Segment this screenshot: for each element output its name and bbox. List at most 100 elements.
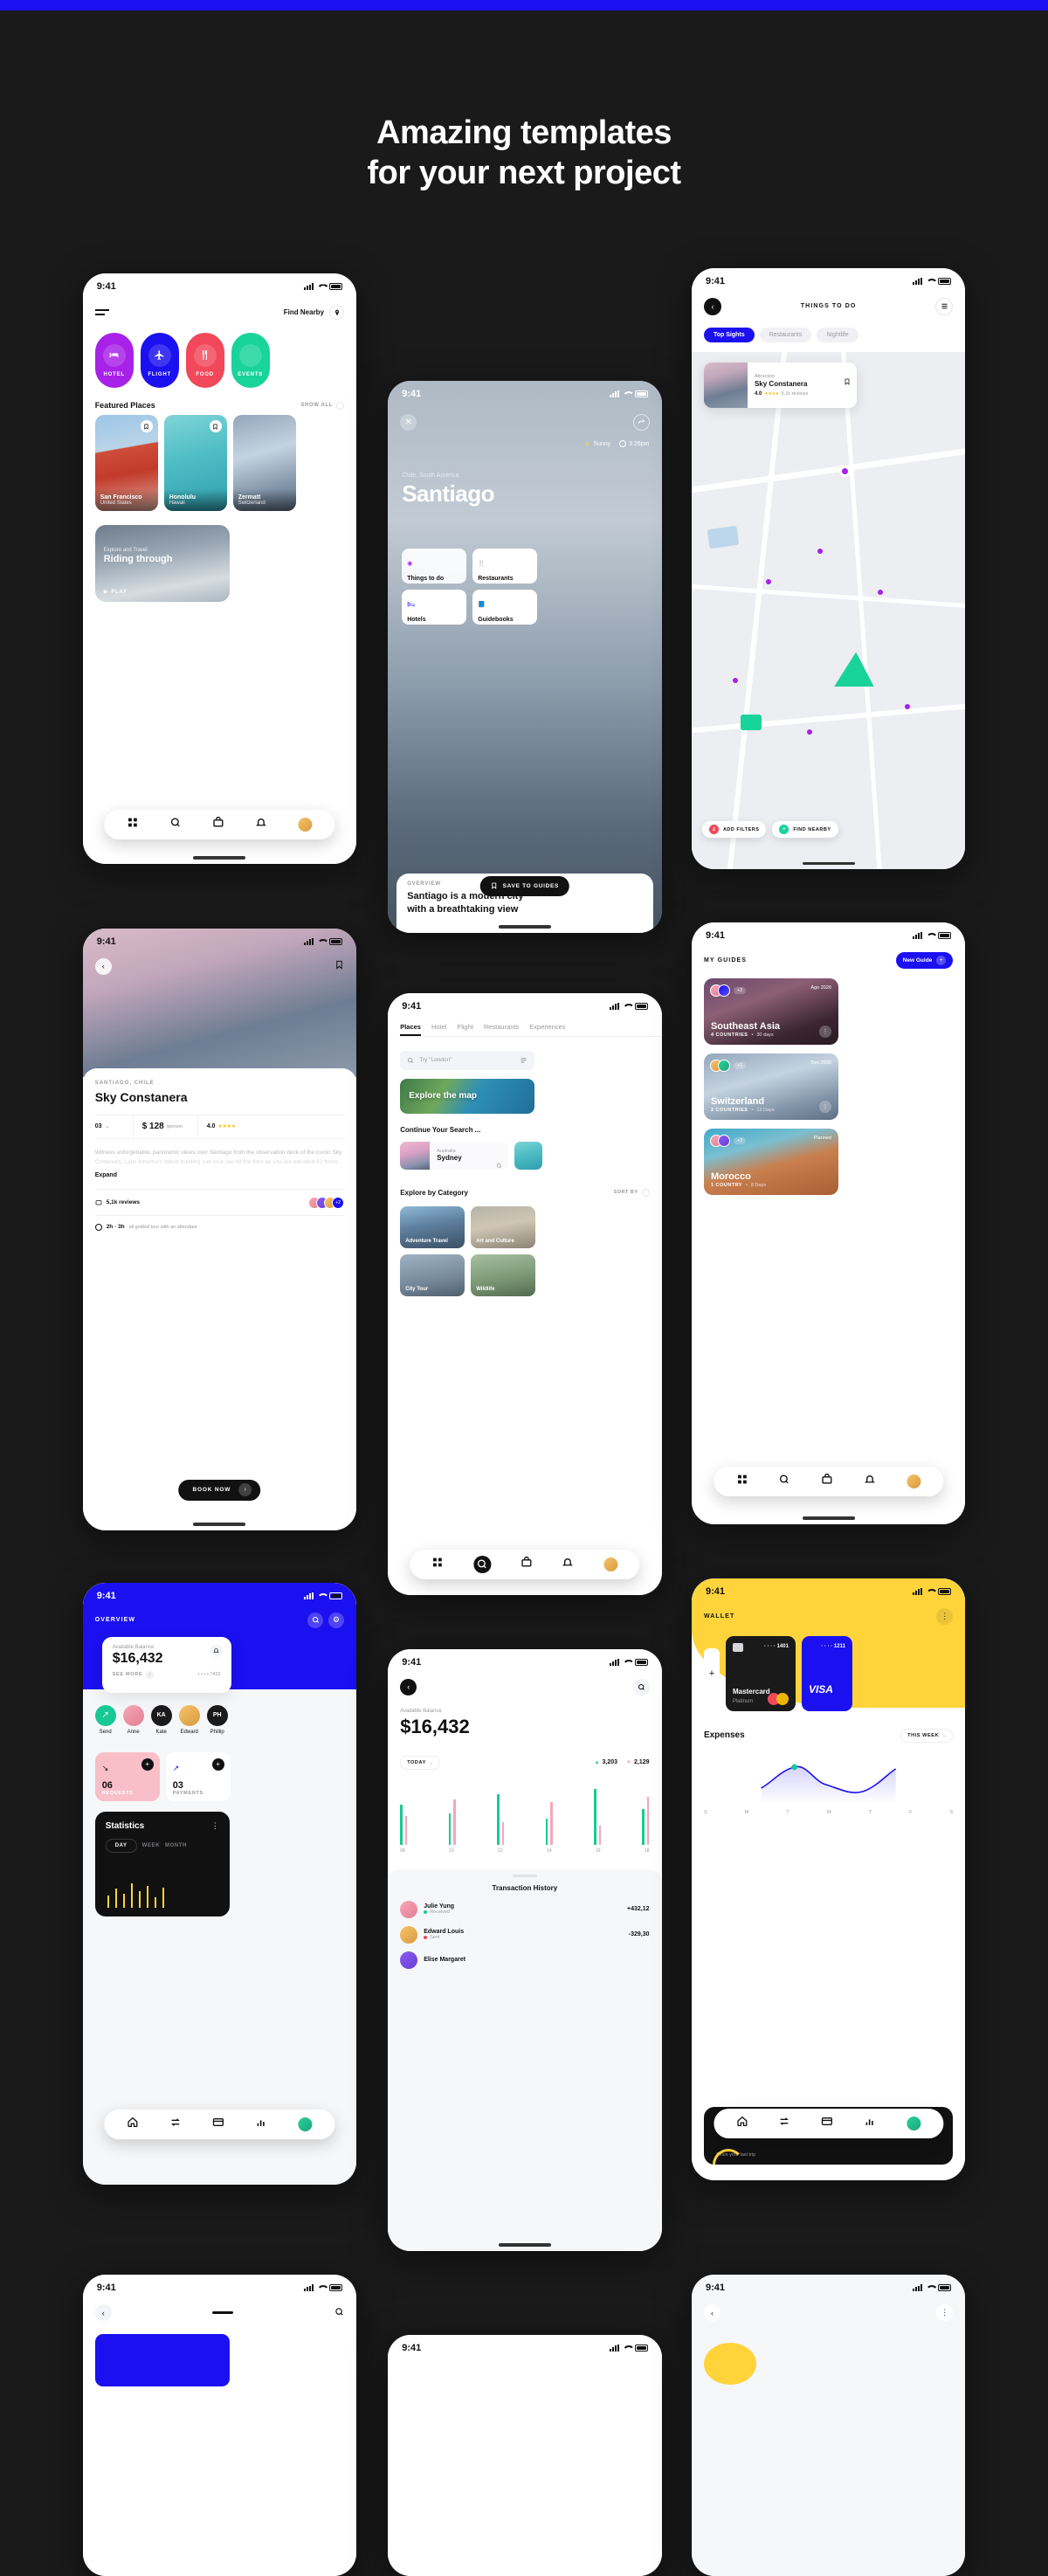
search-icon[interactable]: [779, 1474, 790, 1489]
avatar-icon[interactable]: [907, 1474, 921, 1488]
continue-search-card[interactable]: [514, 1141, 543, 1170]
grid-icon[interactable]: [128, 817, 139, 832]
bookmark-icon[interactable]: [844, 374, 851, 390]
share-icon[interactable]: [632, 413, 650, 431]
bottom-dock[interactable]: [104, 809, 334, 839]
avatar-icon[interactable]: [297, 2117, 312, 2131]
add-card-button[interactable]: +: [703, 1647, 720, 1699]
bookmark-icon[interactable]: [209, 420, 222, 433]
close-icon[interactable]: ✕: [400, 413, 417, 431]
chevron-left-icon[interactable]: ‹: [94, 2304, 112, 2322]
balance-card[interactable]: Available Balance $16,432 SEE MORE › • •…: [101, 1636, 231, 1693]
map-marker[interactable]: [817, 548, 824, 554]
bag-icon[interactable]: [521, 1556, 532, 1572]
chevron-down-icon[interactable]: [641, 1188, 650, 1197]
period-selector[interactable]: THIS WEEK ⌄: [900, 1728, 954, 1743]
bell-icon[interactable]: [255, 817, 266, 832]
stats-tab-month[interactable]: MONTH: [165, 1843, 187, 1848]
send-button[interactable]: ↗: [94, 1704, 116, 1726]
category-card[interactable]: Wildlife: [471, 1253, 536, 1296]
explore-map-banner[interactable]: Explore the map: [400, 1078, 535, 1114]
transaction-row[interactable]: Elise Margaret: [400, 1951, 649, 1969]
tab-restaurants[interactable]: Restaurants: [484, 1023, 519, 1031]
gear-icon[interactable]: ⚙: [328, 1612, 345, 1628]
book-now-button[interactable]: BOOK NOW ›: [178, 1479, 261, 1501]
category-food[interactable]: FOOD: [185, 333, 224, 389]
show-all-label[interactable]: SHOW ALL: [300, 403, 333, 408]
plus-icon[interactable]: +: [211, 1758, 224, 1771]
contact-initials[interactable]: KA: [150, 1704, 172, 1726]
guide-card[interactable]: +3 Planned Morocco 1 COUNTRY • 8 Days: [703, 1128, 838, 1195]
transaction-row[interactable]: Edward Louis Sent -329,30: [400, 1925, 650, 1944]
category-card[interactable]: City Tour: [400, 1253, 465, 1296]
map-view[interactable]: Attraction Sky Constanera 4.0 ★★★★ 5,1k …: [691, 351, 966, 870]
dots-icon[interactable]: ⋮: [936, 1607, 954, 1625]
find-nearby-button[interactable]: + FIND NEARBY: [772, 821, 838, 839]
category-card[interactable]: Adventure Travel: [400, 1205, 465, 1248]
bell-icon[interactable]: [210, 1644, 223, 1657]
requests-tile[interactable]: ↘ + 06 REQUESTS: [94, 1751, 160, 1801]
chevron-left-icon[interactable]: ‹: [94, 957, 112, 975]
category-flight[interactable]: FLIGHT: [140, 333, 179, 389]
bag-icon[interactable]: [822, 1473, 833, 1489]
banner-card[interactable]: [94, 2334, 230, 2387]
tile-things-to-do[interactable]: ◉ Things to do: [402, 548, 467, 584]
card-visa[interactable]: · · · · 1211 VISA: [801, 1635, 852, 1711]
stats-tab-week[interactable]: WEEK: [142, 1843, 160, 1848]
grid-icon[interactable]: [736, 1474, 748, 1489]
expand-link[interactable]: Expand: [95, 1172, 344, 1178]
category-events[interactable]: EVENTS: [231, 333, 270, 389]
hamburger-menu-icon[interactable]: [94, 309, 109, 316]
guest-selector[interactable]: 03 ⌄: [95, 1115, 134, 1138]
bookmark-icon[interactable]: [334, 958, 344, 974]
map-marker[interactable]: [806, 729, 812, 736]
dots-icon[interactable]: ⋮: [936, 2304, 954, 2322]
category-card[interactable]: Art and Culture: [471, 1205, 536, 1248]
drag-handle[interactable]: [512, 1874, 537, 1877]
play-label[interactable]: PLAY: [111, 590, 127, 595]
map-marker[interactable]: [765, 579, 771, 585]
list-icon[interactable]: [935, 297, 954, 315]
avatar-icon[interactable]: [297, 817, 312, 832]
search-icon[interactable]: [496, 1157, 502, 1170]
search-icon[interactable]: [169, 817, 181, 832]
plus-icon[interactable]: +: [141, 1758, 154, 1771]
dots-icon[interactable]: ⋮: [818, 1100, 831, 1113]
attraction-card[interactable]: Attraction Sky Constanera 4.0 ★★★★ 5,1k …: [703, 362, 857, 408]
avatar-icon[interactable]: [122, 1704, 144, 1726]
tab-hotel[interactable]: Hotel: [431, 1023, 447, 1031]
search-input[interactable]: Try "London": [400, 1050, 535, 1070]
tab-places[interactable]: Places: [400, 1023, 421, 1037]
bell-icon[interactable]: [562, 1557, 574, 1572]
chart-icon[interactable]: [255, 2117, 266, 2132]
transfer-icon[interactable]: [169, 2117, 181, 2132]
place-card[interactable]: San Francisco United States: [94, 415, 158, 512]
continue-search-card[interactable]: Australia Sydney: [400, 1141, 509, 1170]
new-guide-button[interactable]: New Guide +: [895, 951, 954, 969]
bag-icon[interactable]: [212, 816, 224, 832]
bottom-dock[interactable]: [104, 2109, 334, 2139]
tab-experiences[interactable]: Experiences: [529, 1023, 565, 1031]
stats-tab-day[interactable]: DAY: [105, 1838, 137, 1853]
sliders-icon[interactable]: [520, 1053, 527, 1068]
period-selector[interactable]: TODAY ⌄: [400, 1755, 441, 1770]
search-icon[interactable]: [307, 1612, 324, 1628]
home-icon[interactable]: [128, 2117, 139, 2132]
avatar-icon[interactable]: [178, 1704, 200, 1726]
see-more-label[interactable]: SEE MORE: [113, 1672, 143, 1677]
map-marker[interactable]: [878, 590, 884, 596]
guide-card[interactable]: +1 Dec 2020 Switzerland 2 COUNTRIES • 12…: [703, 1053, 838, 1120]
promo-card[interactable]: Explore and Travel Riding through ▶ PLAY: [94, 525, 230, 603]
chevron-left-icon[interactable]: ‹: [703, 2304, 720, 2322]
map-pin-icon[interactable]: [329, 305, 345, 321]
home-icon[interactable]: [736, 2116, 748, 2131]
place-card[interactable]: Zermatt Switzerland: [232, 415, 296, 512]
chart-icon[interactable]: [864, 2116, 875, 2131]
filter-top-sights[interactable]: Top Sights: [703, 327, 755, 342]
transaction-row[interactable]: Julie Yung Received +432,12: [400, 1900, 650, 1918]
guide-card[interactable]: +2 Ago 2020 Southeast Asia 4 COUNTRIES •…: [703, 977, 838, 1045]
tile-guidebooks[interactable]: 📘 Guidebooks: [472, 589, 538, 625]
search-icon[interactable]: [632, 1678, 650, 1695]
search-icon[interactable]: [472, 1555, 491, 1573]
bottom-dock[interactable]: [714, 1466, 944, 1496]
